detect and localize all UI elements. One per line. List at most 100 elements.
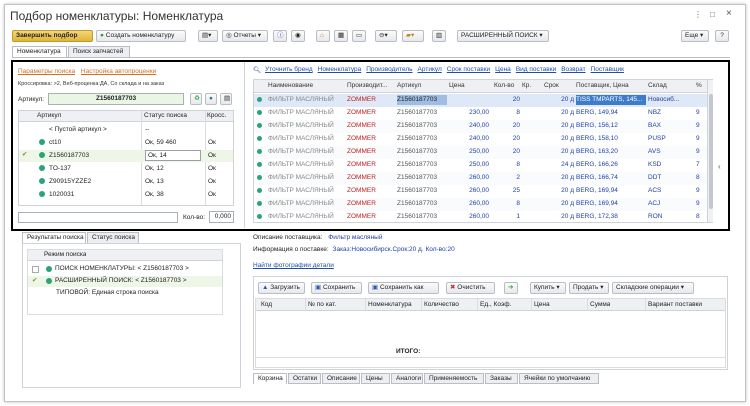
results-col-header[interactable]: Артикул (397, 81, 421, 91)
results-col-header[interactable]: Кр. (522, 81, 531, 91)
article-row[interactable]: ct10 Ок, 59 460 Ок (19, 137, 233, 149)
more-menu-icon[interactable]: ⋮ (694, 10, 702, 19)
cart-col-header[interactable]: Номенклатура (368, 300, 412, 310)
filter-link[interactable]: Срок поставки (447, 66, 490, 73)
results-cell-maker: ZOMMER (347, 200, 376, 207)
results-row[interactable]: ФИЛЬТР МАСЛЯНЫЙ ZOMMER Z1560187703 20 20 д TI… (254, 94, 712, 107)
article-input[interactable]: Z1560187703 (48, 93, 184, 105)
save-as-icon: ▣ (372, 284, 379, 291)
article-row[interactable]: < Пустой артикул > -- (19, 124, 233, 136)
autopricing-settings-link[interactable]: Настройка автопроценки (81, 68, 156, 75)
search-mode-item[interactable]: ПОИСК НОМЕНКЛАТУРЫ: < Z1560187703 > (28, 264, 222, 275)
extended-search-button[interactable]: РАСШИРЕННЫЙ ПОИСК ▾ (457, 30, 549, 42)
filter-link[interactable]: Артикул (418, 66, 442, 73)
search-params-link[interactable]: Параметры поиска (18, 68, 75, 75)
bottom-tab[interactable]: Аналоги (391, 373, 423, 384)
clipboard-button[interactable]: ▤ (220, 93, 232, 105)
buy-label: Купить (534, 284, 555, 291)
tab-nomenclature[interactable]: Номенклатура (12, 46, 67, 57)
reports-button[interactable]: ◎ Отчеты ▾ (222, 30, 268, 42)
tab-parts-search[interactable]: Поиск запчастей (68, 46, 130, 57)
grid-button[interactable]: ▦ (334, 30, 348, 42)
cart-col-header[interactable]: Вариант поставки (648, 300, 702, 310)
search-mode-item[interactable]: ТИПОВОЙ: Единая строка поиска (28, 288, 222, 299)
results-row[interactable]: ФИЛЬТР МАСЛЯНЫЙ ZOMMER Z1560187703 240,00 20… (254, 120, 712, 133)
availability-dot-icon (257, 201, 262, 206)
cart-col-header[interactable]: Цена (534, 300, 550, 310)
refresh-button[interactable]: ♻ (190, 93, 202, 105)
bottom-tab[interactable]: Применяемость (424, 373, 484, 384)
warehouse-ops-button[interactable]: Складские операции ▾ (612, 282, 694, 294)
buy-button[interactable]: Купить ▾ (530, 282, 566, 294)
results-col-header[interactable]: Кол-во (494, 81, 514, 91)
cart-col-header[interactable]: Код (261, 300, 272, 310)
filter-link[interactable]: Вид поставки (516, 66, 556, 73)
results-scrollbar[interactable] (707, 80, 713, 222)
filter-link[interactable]: Номенклатура (318, 66, 362, 73)
collapse-arrow-icon[interactable]: ‹ (718, 162, 721, 171)
results-row[interactable]: ФИЛЬТР МАСЛЯНЫЙ ZOMMER Z1560187703 260,00 1 2… (254, 211, 712, 222)
cart-col-header[interactable]: Количество (424, 300, 459, 310)
bottom-tab[interactable]: Описание (322, 373, 360, 384)
sell-button[interactable]: Продать ▾ (569, 282, 609, 294)
folder-dropdown-button[interactable]: ▰▾ (402, 30, 424, 42)
search-mode-item[interactable]: ✔ РАСШИРЕННЫЙ ПОИСК: < Z1560187703 > (28, 276, 222, 287)
view-button[interactable]: ◉ (291, 30, 305, 42)
find-photos-link[interactable]: Найти фотографии детали (253, 262, 334, 269)
bottom-tab[interactable]: Ячейки по умолчанию (519, 373, 599, 384)
create-item-button[interactable]: ● Создать номенклатуру (96, 30, 186, 42)
cart-col-header[interactable]: Сумма (590, 300, 610, 310)
load-button[interactable]: ▲ Загрузить (258, 282, 305, 294)
results-row[interactable]: ФИЛЬТР МАСЛЯНЫЙ ZOMMER Z1560187703 250,00 20… (254, 146, 712, 159)
export-button[interactable]: ➔ (504, 282, 518, 294)
more-button[interactable]: Еще ▾ (681, 30, 709, 42)
results-col-header[interactable]: Склад (648, 81, 667, 91)
filter-link[interactable]: Уточнить бренд (265, 66, 313, 73)
results-col-header[interactable]: Наименование (268, 81, 313, 91)
bottom-tab[interactable]: Корзина (253, 373, 287, 384)
results-col-header[interactable]: Цена (449, 81, 465, 91)
filter-link[interactable]: Возврат (561, 66, 585, 73)
results-col-header[interactable]: Поставщик, Цена (576, 81, 629, 91)
article-row[interactable]: TO-137 Ок, 12 Ок (19, 163, 233, 175)
results-row[interactable]: ФИЛЬТР МАСЛЯНЫЙ ZOMMER Z1560187703 240,00 20… (254, 133, 712, 146)
print-button[interactable]: ▤▾ (198, 30, 218, 42)
bottom-tab[interactable]: Заказы (485, 373, 518, 384)
maximize-icon[interactable]: □ (710, 10, 715, 19)
results-row[interactable]: ФИЛЬТР МАСЛЯНЫЙ ZOMMER Z1560187703 260,00 25… (254, 185, 712, 198)
article-row[interactable]: ✔ Z1560187703 Ок, 14 Ок (19, 150, 233, 162)
qty-input[interactable]: 0,000 (209, 211, 234, 223)
filter-link[interactable]: Производитель (366, 66, 412, 73)
home-button[interactable]: ⌂ (316, 30, 330, 42)
results-col-header[interactable]: % (696, 81, 702, 91)
bottom-tab[interactable]: Остатки (288, 373, 321, 384)
results-col-header[interactable]: Производит... (347, 81, 387, 91)
results-row[interactable]: ФИЛЬТР МАСЛЯНЫЙ ZOMMER Z1560187703 230,00 8 2… (254, 107, 712, 120)
doc-button[interactable]: ▭ (352, 30, 366, 42)
results-row[interactable]: ФИЛЬТР МАСЛЯНЫЙ ZOMMER Z1560187703 250,00 8 2… (254, 159, 712, 172)
cart-col-header[interactable]: Ед., Коэф. (480, 300, 511, 310)
minus-dropdown-button[interactable]: ⊖▾ (375, 30, 397, 42)
bottom-tab[interactable]: Цены (361, 373, 390, 384)
close-icon[interactable]: × (726, 8, 732, 19)
article-row[interactable]: Z90915YZZE2 Ок, 13 Ок (19, 176, 233, 188)
results-row[interactable]: ФИЛЬТР МАСЛЯНЫЙ ZOMMER Z1560187703 260,00 2 2… (254, 172, 712, 185)
save-as-button[interactable]: ▣ Сохранить как (368, 282, 439, 294)
clear-button[interactable]: ✖ Очистить (446, 282, 495, 294)
article-cell: Z1560187703 (49, 152, 90, 159)
results-col-header[interactable]: Срок (544, 81, 559, 91)
article-row[interactable]: 1020031 Ок, 38 Ок (19, 189, 233, 201)
filter-link[interactable]: Поставщик (591, 66, 624, 73)
save-button[interactable]: ▣ Сохранить (311, 282, 362, 294)
help-button[interactable]: ? (715, 30, 729, 42)
info-button[interactable]: ⓘ (273, 30, 287, 42)
tab-search-status[interactable]: Статус поиска (87, 232, 139, 243)
checkbox-icon[interactable] (32, 266, 39, 273)
filter-link[interactable]: Цена (495, 66, 511, 73)
tab-search-results[interactable]: Результаты поиска (22, 232, 86, 243)
globe-button[interactable]: ● (205, 93, 217, 105)
results-row[interactable]: ФИЛЬТР МАСЛЯНЫЙ ZOMMER Z1560187703 260,00 8 2… (254, 198, 712, 211)
delete-button[interactable]: ▥ (432, 30, 446, 42)
cart-col-header[interactable]: № по кат. (308, 300, 336, 310)
finish-selection-button[interactable]: Завершить подбор (12, 30, 93, 42)
